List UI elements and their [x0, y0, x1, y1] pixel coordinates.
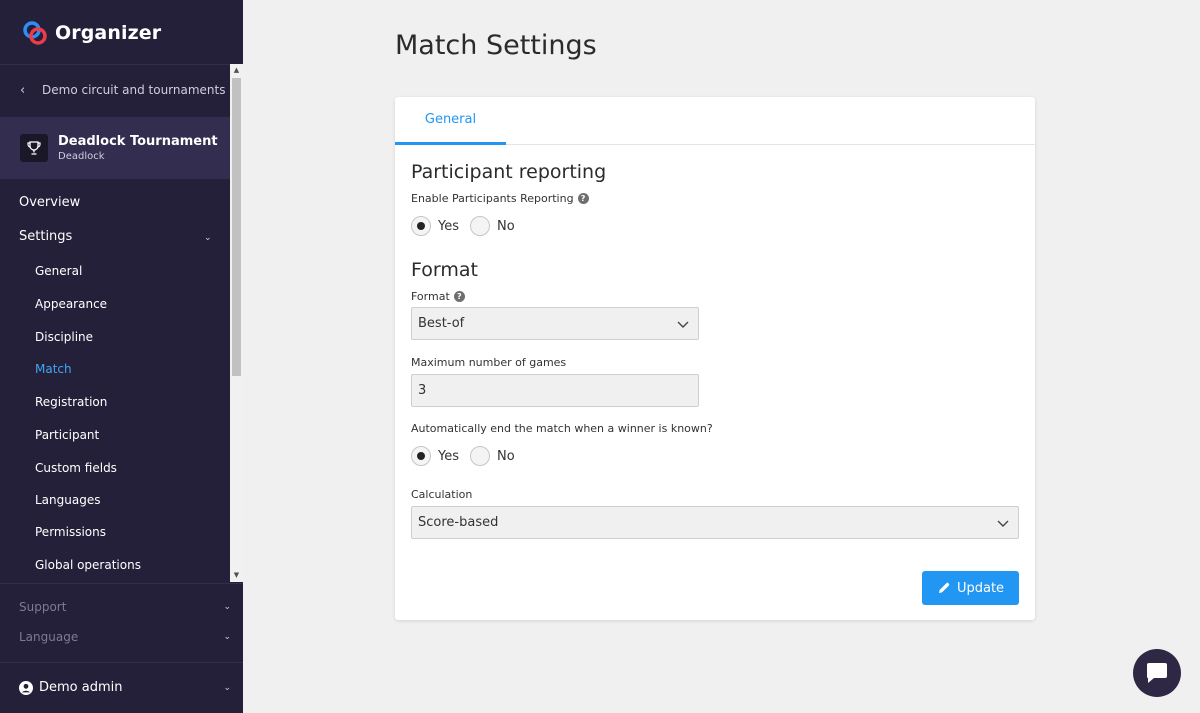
sidebar-item-global-operations[interactable]: Global operations	[35, 558, 141, 572]
calculation-select[interactable]: Score-based	[411, 506, 1019, 539]
sidebar-item-appearance[interactable]: Appearance	[35, 297, 107, 311]
user-name: Demo admin	[39, 680, 123, 695]
reporting-yes-radio[interactable]	[411, 216, 431, 236]
pencil-icon	[938, 582, 950, 593]
sidebar-item-match[interactable]: Match	[35, 362, 72, 376]
chat-button[interactable]	[1133, 649, 1181, 697]
back-link[interactable]: ‹ Demo circuit and tournaments	[0, 65, 230, 115]
sidebar-item-registration[interactable]: Registration	[35, 395, 107, 409]
nav-overview[interactable]: Overview	[19, 195, 80, 210]
format-select[interactable]: Best-of	[411, 307, 699, 340]
tab-general[interactable]: General	[395, 97, 506, 145]
tournament-header[interactable]: Deadlock Tournament Deadlock	[0, 117, 230, 179]
format-label: Format ?	[411, 290, 465, 303]
max-games-input[interactable]: 3	[411, 374, 699, 407]
chevron-down-icon[interactable]: ⌄	[204, 233, 212, 243]
auto-end-no-radio[interactable]	[470, 446, 490, 466]
sidebar-item-languages[interactable]: Languages	[35, 493, 100, 507]
settings-card: General Participant reporting Enable Par…	[395, 97, 1035, 620]
sidebar-scrollbar[interactable]: ▲ ▼	[230, 64, 243, 582]
update-button[interactable]: Update	[922, 571, 1019, 605]
logo-icon	[23, 21, 47, 45]
chevron-down-icon	[997, 520, 1009, 527]
reporting-yes-label[interactable]: Yes	[438, 219, 459, 234]
sidebar: Organizer ‹ Demo circuit and tournaments…	[0, 0, 243, 713]
sidebar-item-participant[interactable]: Participant	[35, 428, 99, 442]
chevron-down-icon	[677, 321, 689, 328]
auto-end-radio-group: Yes No	[411, 446, 526, 466]
footer-language[interactable]: Language ⌄	[19, 630, 231, 644]
page-title: Match Settings	[395, 30, 597, 61]
user-icon	[19, 680, 33, 695]
auto-end-no-label[interactable]: No	[497, 449, 515, 464]
sidebar-item-permissions[interactable]: Permissions	[35, 525, 106, 539]
tournament-discipline: Deadlock	[58, 150, 105, 162]
user-menu[interactable]: Demo admin ⌄	[19, 680, 231, 695]
language-label: Language	[19, 630, 79, 644]
sidebar-scroll-area: ‹ Demo circuit and tournaments Deadlock …	[0, 64, 230, 583]
participant-reporting-title: Participant reporting	[411, 161, 607, 183]
sidebar-item-discipline[interactable]: Discipline	[35, 330, 93, 344]
format-label-text: Format	[411, 290, 450, 303]
app-logo[interactable]: Organizer	[22, 20, 161, 46]
scroll-up-arrow[interactable]: ▲	[230, 66, 243, 74]
scrollbar-thumb[interactable]	[232, 78, 241, 376]
help-icon[interactable]: ?	[577, 193, 589, 204]
auto-end-label: Automatically end the match when a winne…	[411, 422, 713, 435]
calculation-select-value: Score-based	[418, 515, 499, 530]
back-link-label: Demo circuit and tournaments	[42, 83, 226, 97]
tournament-name: Deadlock Tournament	[58, 133, 218, 149]
reporting-radio-group: Yes No	[411, 216, 526, 236]
scroll-down-arrow[interactable]: ▼	[230, 571, 243, 579]
chevron-left-icon: ‹	[20, 82, 26, 98]
auto-end-yes-radio[interactable]	[411, 446, 431, 466]
update-button-label: Update	[956, 580, 1005, 596]
tab-bar: General	[395, 97, 1035, 145]
sidebar-item-custom-fields[interactable]: Custom fields	[35, 461, 117, 475]
trophy-icon	[20, 134, 48, 162]
chat-icon	[1147, 663, 1167, 683]
reporting-no-label[interactable]: No	[497, 219, 515, 234]
enable-reporting-label-text: Enable Participants Reporting	[411, 192, 574, 205]
chevron-down-icon: ⌄	[223, 682, 231, 693]
max-games-label: Maximum number of games	[411, 356, 567, 369]
divider	[0, 583, 243, 584]
reporting-no-radio[interactable]	[470, 216, 490, 236]
chevron-down-icon: ⌄	[223, 632, 231, 642]
app-name: Organizer	[55, 22, 162, 44]
support-label: Support	[19, 600, 67, 614]
chevron-down-icon: ⌄	[223, 602, 231, 612]
sidebar-item-general[interactable]: General	[35, 264, 82, 278]
format-title: Format	[411, 259, 478, 281]
help-icon[interactable]: ?	[453, 291, 465, 302]
calculation-label: Calculation	[411, 488, 473, 501]
auto-end-yes-label[interactable]: Yes	[438, 449, 459, 464]
enable-reporting-label: Enable Participants Reporting ?	[411, 192, 589, 205]
nav-settings[interactable]: Settings	[19, 229, 72, 244]
format-select-value: Best-of	[418, 316, 465, 331]
divider	[0, 662, 243, 663]
footer-support[interactable]: Support ⌄	[19, 600, 231, 614]
